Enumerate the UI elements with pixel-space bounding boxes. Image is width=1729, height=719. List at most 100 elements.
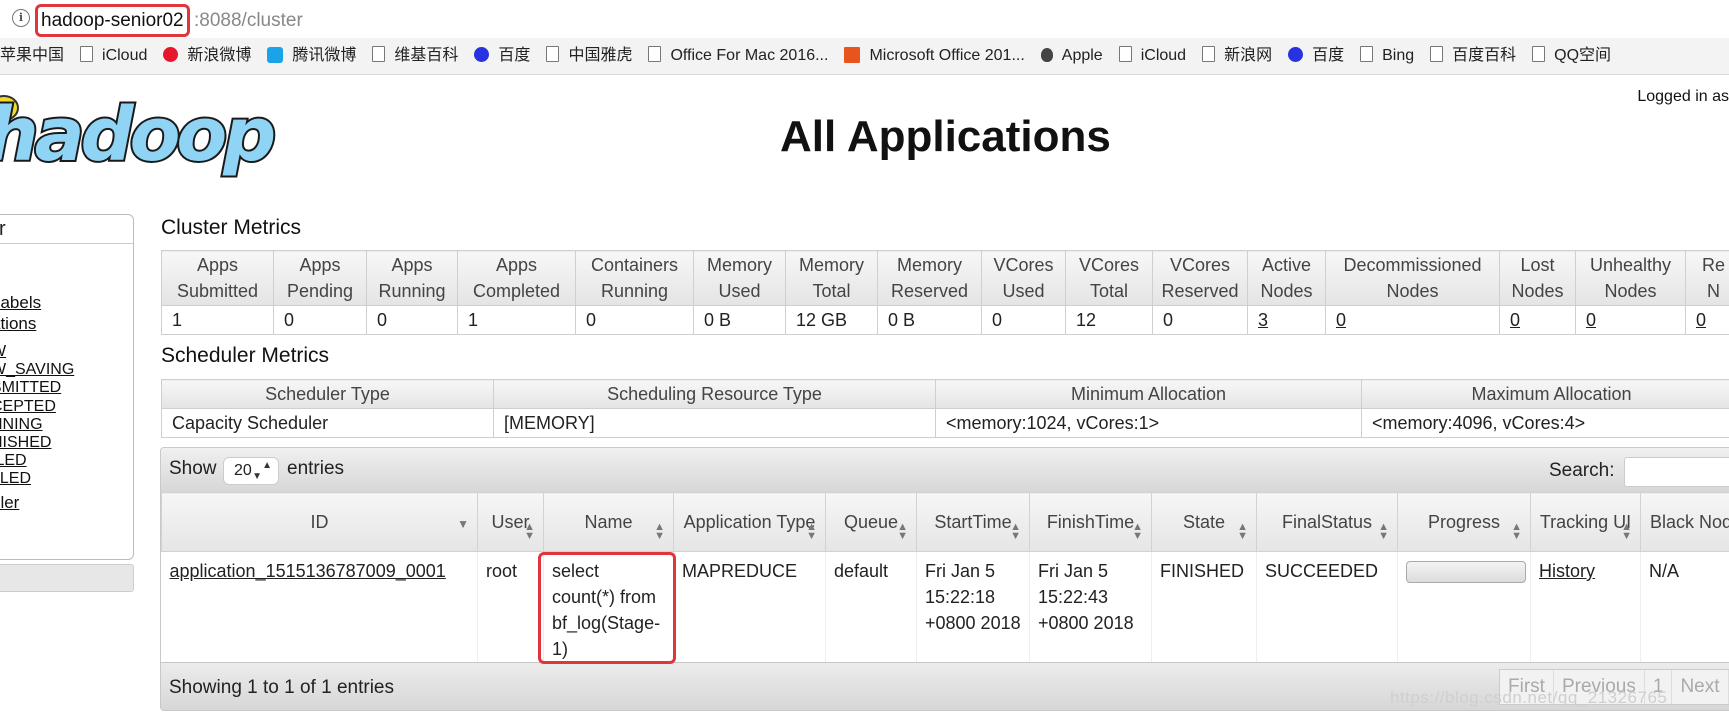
scheduler-metric-header: Maximum Allocation — [1361, 379, 1729, 409]
bookmark-item[interactable]: QQ空间 — [1532, 38, 1611, 74]
bookmark-label: 腾讯微博 — [292, 47, 357, 64]
column-header[interactable]: State ▲ ▼ — [1151, 492, 1257, 552]
show-label: Show — [169, 458, 217, 479]
cluster-metric-header: Re N — [1685, 250, 1729, 306]
column-header[interactable]: Name ▲ ▼ — [543, 492, 674, 552]
nav-section-header[interactable]: r — [0, 215, 133, 244]
baidu-icon — [1288, 47, 1304, 62]
bookmark-item[interactable]: 苹果中国 — [0, 38, 64, 74]
bookmark-item[interactable]: 中国雅虎 — [546, 38, 632, 74]
cluster-metric-header: Apps Submitted — [161, 250, 274, 306]
nav-link-state[interactable]: CEPTED — [0, 398, 56, 416]
nav-link-scheduler[interactable]: uler — [0, 493, 19, 513]
column-header[interactable]: StartTime ▲ ▼ — [916, 492, 1030, 552]
cluster-metric-value: 0 B — [877, 305, 982, 335]
qq-icon — [267, 47, 284, 63]
url-host: hadoop-senior02 — [41, 10, 184, 31]
sort-both-icon: ▲ ▼ — [1237, 521, 1248, 542]
entries-label: entries — [287, 458, 345, 479]
cluster-metric-value[interactable]: 3 — [1247, 305, 1326, 335]
nav-link-node-labels[interactable]: Labels — [0, 293, 41, 313]
bookmark-item[interactable]: 新浪微博 — [163, 38, 251, 74]
nav-link-state[interactable]: NNING — [0, 416, 43, 434]
cluster-metric-header: Apps Completed — [457, 250, 576, 306]
nav-link-state[interactable]: W_SAVING — [0, 361, 74, 379]
bookmark-item[interactable]: 百度 — [1288, 38, 1344, 74]
cluster-metric-value: 0 — [981, 305, 1066, 335]
baidu-icon — [474, 47, 490, 62]
cluster-metric-value[interactable]: 0 — [1325, 305, 1500, 335]
bookmark-label: QQ空间 — [1554, 47, 1612, 64]
page-icon — [1532, 46, 1546, 62]
column-header[interactable]: User ▲ ▼ — [477, 492, 544, 552]
nav-link-state[interactable]: LLED — [0, 470, 31, 488]
cluster-metric-value[interactable]: 0 — [1499, 305, 1576, 335]
cluster-metric-header: Decommissioned Nodes — [1325, 250, 1500, 306]
page-icon — [1430, 46, 1444, 62]
cluster-metric-value: 1 — [457, 305, 576, 335]
bookmark-item[interactable]: 新浪网 — [1202, 38, 1272, 74]
state-cell: FINISHED — [1151, 551, 1257, 664]
page-icon — [372, 46, 386, 62]
final-status-cell: SUCCEEDED — [1256, 551, 1398, 664]
bookmark-item[interactable]: Microsoft Office 201... — [844, 38, 1025, 74]
cluster-metric-value[interactable]: 0 — [1685, 305, 1729, 335]
bookmark-item[interactable]: Bing — [1360, 38, 1414, 74]
info-icon[interactable]: i — [12, 9, 30, 27]
nav-link-applications[interactable]: ations — [0, 314, 36, 334]
bookmark-item[interactable]: 腾讯微博 — [267, 38, 356, 74]
bookmark-item[interactable]: 维基百科 — [372, 38, 458, 74]
bookmark-label: 维基百科 — [394, 47, 459, 64]
column-header[interactable]: Black Nod — [1640, 492, 1729, 552]
column-header[interactable]: FinishTime ▲ ▼ — [1029, 492, 1152, 552]
page-length-select[interactable]: 20 ▲ ▼ — [223, 457, 279, 485]
url-host-highlight: hadoop-senior02 — [35, 4, 190, 37]
svg-text:hadoop: hadoop — [0, 92, 274, 178]
bookmark-label: Microsoft Office 201... — [869, 47, 1025, 64]
scheduler-metric-value: <memory:1024, vCores:1> — [935, 408, 1362, 438]
column-header[interactable]: FinalStatus ▲ ▼ — [1256, 492, 1398, 552]
column-header[interactable]: ID ▼ — [161, 492, 478, 552]
cluster-metrics-table: Apps Submitted Apps Pending Apps Running Apps C… — [161, 250, 1729, 335]
cluster-metric-header: Apps Pending — [273, 250, 367, 306]
cluster-metric-header: Apps Running — [366, 250, 458, 306]
nav-link-state[interactable]: ILED — [0, 452, 27, 470]
bookmark-item[interactable]: Office For Mac 2016... — [648, 38, 828, 74]
bookmarks-bar: 苹果中国 iCloud 新浪微博 腾讯微博 维基百科 百度 中国雅虎 Office For M… — [0, 38, 1729, 75]
nav-link-state[interactable]: BMITTED — [0, 379, 61, 397]
page-icon — [1360, 46, 1374, 62]
cluster-metric-header: Active Nodes — [1247, 250, 1326, 306]
search-input[interactable] — [1624, 457, 1729, 487]
table-info: Showing 1 to 1 of 1 entries — [169, 677, 394, 698]
address-bar[interactable]: i hadoop-senior02 :8088/cluster — [0, 0, 1729, 39]
page-title: All Applications — [780, 112, 1111, 161]
bookmark-item[interactable]: Apple — [1040, 38, 1103, 74]
bookmark-item[interactable]: iCloud — [80, 38, 147, 74]
column-header[interactable]: Queue ▲ ▼ — [825, 492, 917, 552]
column-header[interactable]: Progress ▲ ▼ — [1397, 492, 1531, 552]
nav-link-state[interactable]: NISHED — [0, 434, 51, 452]
history-link[interactable]: History — [1539, 561, 1595, 581]
nav-link-state[interactable]: W — [0, 343, 6, 361]
hadoop-logo[interactable]: hadoop — [0, 90, 280, 187]
sort-both-icon: ▲ ▼ — [806, 521, 817, 542]
bookmark-item[interactable]: iCloud — [1118, 38, 1186, 74]
tracking-cell: History — [1530, 551, 1641, 664]
page-icon — [1202, 46, 1216, 62]
column-header[interactable]: Application Type ▲ ▼ — [673, 492, 826, 552]
start-time-cell: Fri Jan 5 15:22:18 +0800 2018 — [916, 551, 1030, 664]
sort-both-icon: ▲ ▼ — [654, 521, 665, 542]
page-icon — [80, 46, 94, 62]
cluster-metric-value: 1 — [161, 305, 274, 335]
sort-both-icon: ▲ ▼ — [1378, 521, 1389, 542]
pager-next-button[interactable]: Next — [1672, 670, 1729, 704]
applications-table: ID ▼ User ▲ ▼ Name ▲ ▼ Application Type ▲ ▼ Queue ▲ ▼… — [161, 492, 1729, 664]
finish-time-cell: Fri Jan 5 15:22:43 +0800 2018 — [1029, 551, 1152, 664]
column-header[interactable]: Tracking UI ▲ ▼ — [1530, 492, 1641, 552]
nav-tools-bar[interactable] — [0, 564, 134, 592]
bookmark-item[interactable]: 百度 — [474, 38, 530, 74]
bookmark-label: 百度百科 — [1452, 47, 1517, 64]
cluster-metric-value[interactable]: 0 — [1575, 305, 1686, 335]
bookmark-item[interactable]: 百度百科 — [1430, 38, 1516, 74]
app-id-link[interactable]: application_1515136787009_0001 — [170, 561, 446, 581]
